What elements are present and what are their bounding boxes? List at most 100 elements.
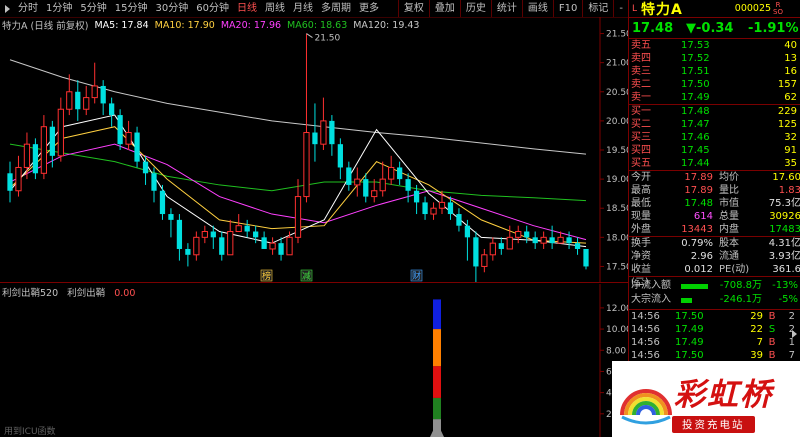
stat-value: 2.96 <box>690 251 713 262</box>
candle-body <box>125 132 132 145</box>
stat-label: 换手 <box>631 238 651 249</box>
candle-body <box>557 236 564 244</box>
stat-label: 市值 <box>719 198 739 209</box>
tick-count: 2 <box>788 311 795 322</box>
ask-row[interactable]: 卖二 17.50 157 <box>629 78 800 91</box>
candle-body <box>447 202 454 215</box>
candle-body <box>320 120 327 145</box>
bid-volume: 35 <box>784 158 797 169</box>
stat-row: 净资 2.96 流通 3.93亿 <box>629 250 800 263</box>
ask-volume: 13 <box>784 53 797 64</box>
tick-row: 14:56 17.50 29 B 2 <box>629 310 800 323</box>
candle-body <box>109 103 115 116</box>
candle-body <box>134 132 140 162</box>
tool-button[interactable]: 画线 <box>521 0 553 17</box>
rongzi-badge: R SO <box>773 1 783 16</box>
period-tab[interactable]: 更多 <box>355 0 383 17</box>
candle-body <box>438 201 446 209</box>
candle-body <box>235 225 242 233</box>
tick-time: 14:56 <box>631 311 660 322</box>
candle-body <box>7 173 13 191</box>
stat-label: PE(动) <box>719 264 750 275</box>
ask-row[interactable]: 卖一 17.49 62 <box>629 91 800 104</box>
y-tick-label: 21.50 <box>606 30 628 40</box>
stat-value: 17.60 <box>772 172 800 183</box>
candle-body <box>489 242 496 256</box>
period-tab[interactable]: 分时 <box>14 0 42 17</box>
tool-button[interactable]: - <box>613 0 628 17</box>
rainbow-icon <box>620 389 672 425</box>
indicator-chart[interactable]: 12.0010.008.006.004.002.00 <box>0 284 628 437</box>
ask-row[interactable]: 卖四 17.52 13 <box>629 52 800 65</box>
flow-label: 大宗流入 <box>631 294 671 305</box>
ask-row[interactable]: 卖三 17.51 16 <box>629 65 800 78</box>
tool-button[interactable]: 叠加 <box>428 0 460 17</box>
arrow-icon[interactable] <box>0 0 14 17</box>
indicator-bar-segment <box>433 329 441 367</box>
tool-button[interactable]: 复权 <box>397 0 429 17</box>
bid-label: 买二 <box>631 119 651 130</box>
period-tab[interactable]: 60分钟 <box>192 0 233 17</box>
tool-button[interactable]: 统计 <box>490 0 522 17</box>
event-marker[interactable]: 财 <box>412 270 421 282</box>
candlestick-chart[interactable]: 21.50 21.00 20.50 20.00 19.50 19.00 18.50 18.00… <box>0 17 628 283</box>
ask-row[interactable]: 卖五 17.53 40 <box>629 39 800 52</box>
stat-label: 流通 <box>719 251 739 262</box>
ask-volume: 40 <box>784 40 797 51</box>
stat-value: 17.89 <box>684 185 713 196</box>
candle-body <box>506 236 513 250</box>
candle-body <box>363 179 369 197</box>
event-marker[interactable]: 减 <box>302 270 311 282</box>
stat-label: 最低 <box>631 198 651 209</box>
candle-body <box>422 202 428 215</box>
tick-side: S <box>768 324 776 335</box>
tick-row: 14:56 17.49 22 S 2 <box>629 323 800 336</box>
ask-price: 17.53 <box>681 40 710 51</box>
bid-label: 买三 <box>631 132 651 143</box>
candle-body <box>75 91 81 110</box>
tool-button[interactable]: 标记 <box>582 0 613 17</box>
period-tab[interactable]: 15分钟 <box>111 0 152 17</box>
bid-row[interactable]: 买三 17.46 32 <box>629 131 800 144</box>
candle-body <box>100 85 106 104</box>
bid-row[interactable]: 买五 17.44 35 <box>629 157 800 170</box>
candle-body <box>142 161 149 174</box>
bid-row[interactable]: 买二 17.47 125 <box>629 118 800 131</box>
tool-button[interactable]: F10 <box>552 0 582 17</box>
candle-body <box>566 237 572 244</box>
candle-body <box>549 237 555 244</box>
period-tab[interactable]: 日线 <box>233 0 261 17</box>
stat-label: 今开 <box>631 172 651 183</box>
tick-volume: 22 <box>750 324 763 335</box>
period-tab[interactable]: 1分钟 <box>42 0 76 17</box>
bid-volume: 32 <box>784 132 797 143</box>
price-change-pct: -1.91% <box>748 20 799 36</box>
bid-volume: 91 <box>784 145 797 156</box>
ask-price: 17.49 <box>681 92 710 103</box>
period-tab[interactable]: 周线 <box>261 0 289 17</box>
stat-label: 现量 <box>631 211 651 222</box>
candle-body <box>193 236 200 256</box>
y-tick-label: 17.50 <box>606 262 628 272</box>
period-tab[interactable]: 5分钟 <box>76 0 110 17</box>
scroll-right-icon[interactable] <box>790 330 798 338</box>
stock-code: 000025 <box>734 3 772 14</box>
event-marker[interactable]: 榜 <box>262 270 271 282</box>
candle-body <box>329 120 335 145</box>
bid-row[interactable]: 买一 17.48 229 <box>629 105 800 118</box>
ask-volume: 16 <box>784 66 797 77</box>
ma-legend: 特力A (日线 前复权) MA5: 17.84 MA10: 17.90 MA20… <box>2 18 425 33</box>
period-tab[interactable]: 多周期 <box>317 0 355 17</box>
candle-body <box>40 126 48 174</box>
last-price: 17.48 <box>632 20 674 36</box>
stat-row: 今开 17.89 均价 17.60 <box>629 171 800 184</box>
bid-row[interactable]: 买四 17.45 91 <box>629 144 800 157</box>
stat-value: 17483 <box>769 224 800 235</box>
period-tab[interactable]: 30分钟 <box>151 0 192 17</box>
period-tab[interactable]: 月线 <box>289 0 317 17</box>
indicator-base-marker <box>430 422 444 437</box>
bid-volume: 229 <box>777 106 797 117</box>
tool-button[interactable]: 历史 <box>459 0 491 17</box>
legend-ma60: MA60: 18.63 <box>287 19 348 31</box>
bid-price: 17.46 <box>681 132 710 143</box>
